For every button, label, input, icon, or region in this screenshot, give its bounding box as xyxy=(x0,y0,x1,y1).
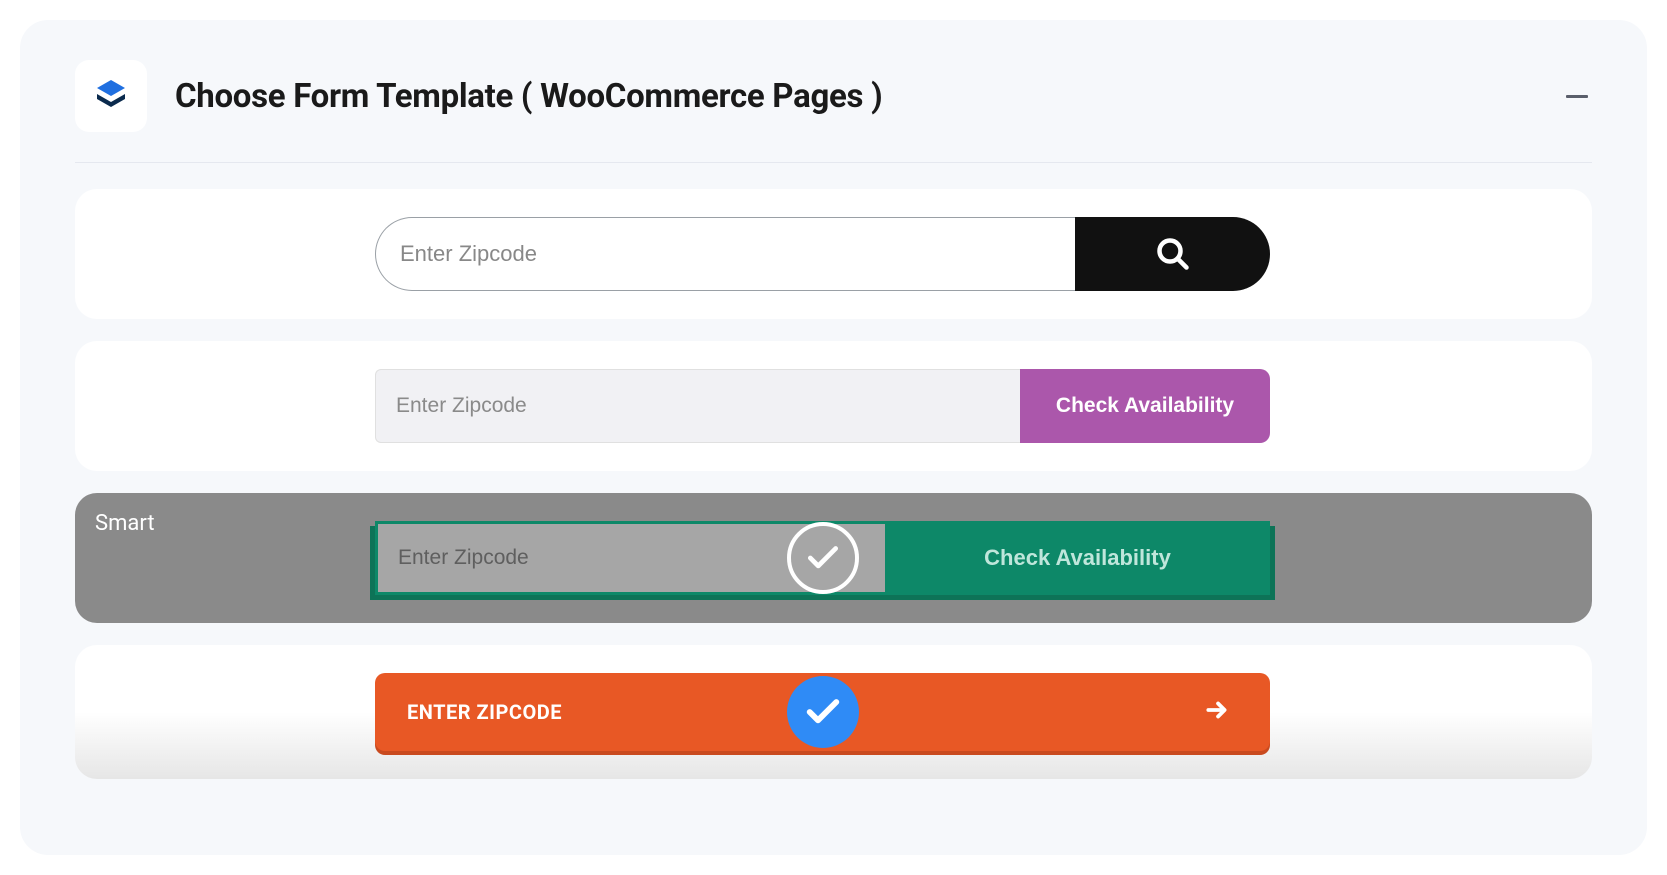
collapse-button[interactable] xyxy=(1562,82,1592,112)
template-option-3[interactable]: Smart Check Availability xyxy=(75,493,1592,623)
template-option-2[interactable]: Check Availability xyxy=(75,341,1592,471)
check-availability-button[interactable]: Check Availability xyxy=(885,521,1270,595)
panel-title: Choose Form Template ( WooCommerce Pages… xyxy=(175,77,882,116)
minus-icon xyxy=(1566,95,1588,99)
check-icon xyxy=(803,692,843,732)
app-logo xyxy=(75,60,147,132)
zipcode-input[interactable] xyxy=(375,217,1075,291)
templates-list: Check Availability Smart Check Availabil… xyxy=(75,189,1592,779)
template-label: Smart xyxy=(95,511,155,536)
search-icon xyxy=(1155,236,1191,272)
logo-icon xyxy=(91,76,131,116)
panel-header: Choose Form Template ( WooCommerce Pages… xyxy=(75,60,1592,163)
search-button[interactable] xyxy=(1075,217,1270,291)
template-2-form: Check Availability xyxy=(375,369,1270,443)
selected-indicator xyxy=(787,676,859,748)
zipcode-label: ENTER ZIPCODE xyxy=(407,700,562,724)
template-1-form xyxy=(375,217,1270,291)
selected-indicator xyxy=(787,522,859,594)
template-panel: Choose Form Template ( WooCommerce Pages… xyxy=(20,20,1647,855)
template-3-form: Check Availability xyxy=(375,521,1270,595)
check-icon xyxy=(804,539,842,577)
zipcode-input[interactable] xyxy=(375,369,1020,443)
check-availability-button[interactable]: Check Availability xyxy=(1020,369,1270,443)
template-4-form: ENTER ZIPCODE xyxy=(375,673,1270,751)
template-option-4[interactable]: ENTER ZIPCODE xyxy=(75,645,1592,779)
arrow-right-icon xyxy=(1204,697,1230,727)
template-option-1[interactable] xyxy=(75,189,1592,319)
